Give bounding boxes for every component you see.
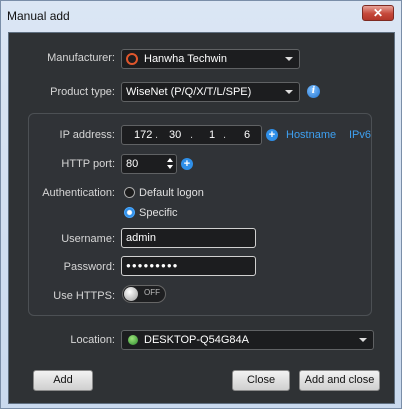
add-ip-icon[interactable]: +	[266, 129, 278, 141]
close-button[interactable]: Close	[232, 370, 290, 391]
chevron-down-icon	[359, 338, 367, 342]
manufacturer-select[interactable]: Hanwha Techwin	[121, 49, 300, 69]
product-type-label: Product type:	[50, 86, 115, 98]
http-port-input[interactable]: 80	[121, 154, 177, 174]
http-port-value: 80	[126, 158, 139, 170]
ip-octet-1: 172	[134, 129, 153, 141]
location-select[interactable]: DESKTOP-Q54G84A	[121, 330, 374, 350]
password-label: Password:	[63, 261, 115, 273]
spinner-arrows-icon[interactable]	[167, 157, 175, 171]
ip-dot: .	[155, 129, 159, 141]
ip-address-input[interactable]: 172 . 30 . 1 . 6	[121, 125, 262, 145]
manufacturer-label: Manufacturer:	[47, 52, 115, 64]
title-bar[interactable]: Manual add ✕	[1, 1, 401, 23]
ipv6-link[interactable]: IPv6	[349, 129, 371, 141]
location-label: Location:	[70, 334, 115, 346]
ip-dot: .	[190, 129, 194, 141]
ip-address-label: IP address:	[59, 129, 115, 141]
chevron-down-icon	[285, 57, 293, 61]
hostname-link[interactable]: Hostname	[286, 129, 336, 141]
username-label: Username:	[61, 233, 115, 245]
specific-label[interactable]: Specific	[139, 207, 178, 219]
use-https-toggle[interactable]: OFF	[122, 285, 166, 303]
password-input[interactable]: ●●●●●●●●●	[121, 256, 256, 276]
ip-dot: .	[223, 129, 227, 141]
use-https-label: Use HTTPS:	[53, 290, 115, 302]
add-port-icon[interactable]: +	[181, 158, 193, 170]
ip-octet-4: 6	[244, 129, 251, 141]
add-button[interactable]: Add	[33, 370, 93, 391]
manual-add-window: Manual add ✕ Manufacturer: Hanwha Techwi…	[0, 0, 402, 409]
ip-octet-2: 30	[169, 129, 182, 141]
toggle-state: OFF	[144, 288, 160, 297]
product-type-value: WiseNet (P/Q/X/T/L/SPE)	[126, 86, 252, 98]
ip-octet-3: 1	[209, 129, 216, 141]
location-value: DESKTOP-Q54G84A	[144, 334, 249, 346]
manufacturer-value: Hanwha Techwin	[144, 53, 227, 65]
window-title: Manual add	[7, 9, 70, 23]
specific-radio[interactable]	[124, 207, 135, 218]
username-input[interactable]: admin	[121, 228, 256, 248]
product-type-select[interactable]: WiseNet (P/Q/X/T/L/SPE)	[121, 82, 300, 102]
toggle-knob	[124, 287, 138, 301]
info-icon[interactable]: i	[307, 85, 320, 98]
chevron-down-icon	[285, 90, 293, 94]
hanwha-logo-icon	[126, 53, 138, 65]
default-logon-radio[interactable]	[124, 187, 135, 198]
server-icon	[128, 335, 138, 345]
add-and-close-button[interactable]: Add and close	[299, 370, 380, 391]
window-close-button[interactable]: ✕	[362, 5, 394, 21]
default-logon-label[interactable]: Default logon	[139, 187, 204, 199]
http-port-label: HTTP port:	[61, 158, 115, 170]
authentication-label: Authentication:	[42, 187, 115, 199]
